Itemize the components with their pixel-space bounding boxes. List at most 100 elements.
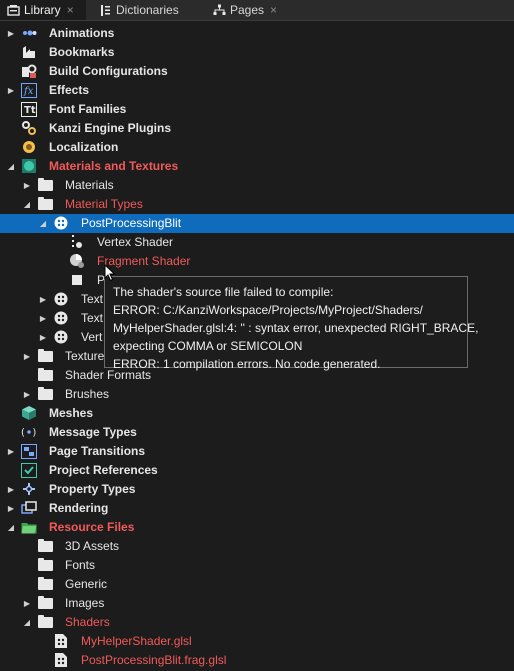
tree-item-localization[interactable]: Localization: [0, 138, 514, 157]
tree-item-fonts[interactable]: Fonts: [0, 556, 514, 575]
tree-item-build-configurations[interactable]: Build Configurations: [0, 62, 514, 81]
expand-arrow-icon[interactable]: ▶: [5, 81, 17, 100]
dictionaries-icon: [98, 3, 112, 17]
shader-error-tooltip: The shader's source file failed to compi…: [104, 276, 479, 371]
tree-item-material-types[interactable]: ◢ Material Types: [0, 195, 514, 214]
tree-item-label: Vertex Shader: [97, 235, 174, 249]
materials-textures-icon: [21, 158, 37, 174]
expand-arrow-icon[interactable]: ▶: [37, 328, 49, 347]
folder-icon: [37, 196, 53, 212]
tree-item-rendering[interactable]: ▶ Rendering: [0, 499, 514, 518]
tree-item-vertex-shader[interactable]: Vertex Shader: [0, 233, 514, 252]
tree-item-label: Animations: [49, 26, 115, 40]
tree-item-label: Localization: [49, 140, 119, 154]
expand-arrow-icon[interactable]: ▶: [5, 499, 17, 518]
svg-text:Tt: Tt: [24, 105, 36, 116]
tree-item-label: Vert: [81, 330, 103, 344]
material-type-icon: [53, 291, 69, 307]
folder-icon: [37, 576, 53, 592]
tree-item-label: Brushes: [65, 387, 110, 401]
property-types-icon: [21, 481, 37, 497]
tree-item-kanzi-engine-plugins[interactable]: Kanzi Engine Plugins: [0, 119, 514, 138]
collapse-arrow-icon[interactable]: ◢: [5, 157, 17, 176]
animations-icon: [21, 25, 37, 41]
tree-item-property-types[interactable]: ▶ Property Types: [0, 480, 514, 499]
expand-arrow-icon[interactable]: ▶: [21, 385, 33, 404]
tree-item-label: Materials and Textures: [49, 159, 179, 173]
svg-text:): ): [33, 428, 37, 438]
tab-pages[interactable]: Pages ×: [206, 0, 286, 20]
expand-arrow-icon[interactable]: ▶: [21, 176, 33, 195]
expand-arrow-icon[interactable]: ▶: [21, 347, 33, 366]
tree-item-label: Materials: [65, 178, 114, 192]
expand-arrow-icon[interactable]: ▶: [5, 480, 17, 499]
tree-item-label: Resource Files: [49, 520, 135, 534]
tree-item-project-references[interactable]: Project References: [0, 461, 514, 480]
tree-item-label: Text: [81, 311, 104, 325]
tree-item-images[interactable]: ▶ Images: [0, 594, 514, 613]
tree-item-myhelpershader[interactable]: MyHelperShader.glsl: [0, 632, 514, 651]
meshes-icon: [21, 405, 37, 421]
tree-item-materials[interactable]: ▶ Materials: [0, 176, 514, 195]
tree-item-resource-files[interactable]: ◢ Resource Files: [0, 518, 514, 537]
resource-files-icon: [21, 519, 37, 535]
tree-item-label: MyHelperShader.glsl: [81, 634, 192, 648]
expand-arrow-icon[interactable]: ▶: [37, 309, 49, 328]
close-icon[interactable]: ×: [270, 3, 277, 17]
tab-label: Pages: [230, 3, 265, 17]
expand-arrow-icon[interactable]: ▶: [37, 290, 49, 309]
tree-item-postprocessingblit-frag[interactable]: PostProcessingBlit.frag.glsl: [0, 651, 514, 670]
tree-item-label: Project References: [49, 463, 158, 477]
effects-icon: fx: [21, 82, 37, 98]
collapse-arrow-icon[interactable]: ◢: [37, 214, 49, 233]
expand-arrow-icon[interactable]: ▶: [5, 24, 17, 43]
tooltip-line: ERROR: C:/KanziWorkspace/Projects/MyProj…: [113, 303, 423, 317]
collapse-arrow-icon[interactable]: ◢: [5, 518, 17, 537]
tree-item-materials-and-textures[interactable]: ◢ Materials and Textures: [0, 157, 514, 176]
pages-icon: [212, 3, 226, 17]
material-type-icon: [53, 310, 69, 326]
tree-item-animations[interactable]: ▶ Animations: [0, 24, 514, 43]
tree-item-label: Shaders: [65, 615, 110, 629]
bookmarks-icon: [21, 44, 37, 60]
folder-icon: [37, 367, 53, 383]
mouse-cursor-icon: [104, 263, 116, 285]
expand-arrow-icon[interactable]: ▶: [5, 442, 17, 461]
localization-icon: [21, 139, 37, 155]
tree-item-generic[interactable]: Generic: [0, 575, 514, 594]
tree-item-bookmarks[interactable]: Bookmarks: [0, 43, 514, 62]
collapse-arrow-icon[interactable]: ◢: [21, 195, 33, 214]
tree-item-effects[interactable]: ▶ fx Effects: [0, 81, 514, 100]
tab-dictionaries[interactable]: Dictionaries: [92, 0, 202, 20]
tree-item-message-types[interactable]: () Message Types: [0, 423, 514, 442]
expand-arrow-icon[interactable]: ▶: [21, 594, 33, 613]
tree-item-meshes[interactable]: Meshes: [0, 404, 514, 423]
tree-item-label: Page Transitions: [49, 444, 146, 458]
tree-item-font-families[interactable]: Tt Font Families: [0, 100, 514, 119]
tree-item-label: 3D Assets: [65, 539, 120, 553]
vertex-shader-icon: [69, 234, 85, 250]
close-icon[interactable]: ×: [67, 3, 74, 17]
tree-item-label: Texture: [65, 349, 105, 363]
tooltip-line: expecting COMMA or SEMICOLON: [113, 339, 303, 353]
tree-item-label: Kanzi Engine Plugins: [49, 121, 172, 135]
tree-item-3d-assets[interactable]: 3D Assets: [0, 537, 514, 556]
tree-item-shaders[interactable]: ◢ Shaders: [0, 613, 514, 632]
tree-item-label: Meshes: [49, 406, 94, 420]
svg-text:fx: fx: [23, 86, 34, 97]
tree-item-page-transitions[interactable]: ▶ Page Transitions: [0, 442, 514, 461]
library-icon: [6, 3, 20, 17]
shader-file-icon: [53, 652, 69, 668]
tooltip-line: MyHelperShader.glsl:4: '' : syntax error…: [113, 321, 479, 335]
folder-icon: [37, 557, 53, 573]
tree-item-label: Build Configurations: [49, 64, 168, 78]
rendering-icon: [21, 500, 37, 516]
tree-item-brushes[interactable]: ▶ Brushes: [0, 385, 514, 404]
tree-item-postprocessingblit[interactable]: ◢ PostProcessingBlit: [0, 214, 514, 233]
folder-icon: [37, 595, 53, 611]
tree-item-label: Message Types: [49, 425, 137, 439]
tree-item-fragment-shader[interactable]: Fragment Shader: [0, 252, 514, 271]
shader-file-icon: [53, 633, 69, 649]
collapse-arrow-icon[interactable]: ◢: [21, 613, 33, 632]
tab-library[interactable]: Library ×: [0, 0, 86, 20]
